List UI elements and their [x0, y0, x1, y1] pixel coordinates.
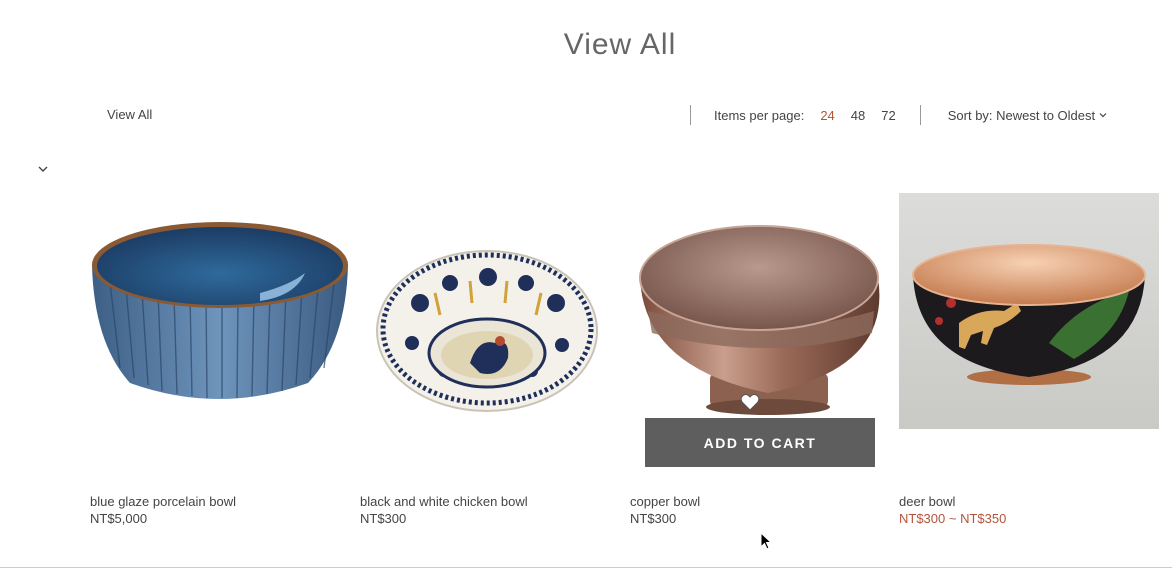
- breadcrumb[interactable]: View All: [107, 107, 152, 122]
- product-image[interactable]: [90, 193, 352, 429]
- heart-icon[interactable]: [740, 393, 760, 411]
- product-name[interactable]: copper bowl: [630, 494, 700, 509]
- product-card[interactable]: deer bowl NT$300 ~ NT$350: [899, 193, 1161, 526]
- sort-dropdown[interactable]: Sort by: Newest to Oldest: [948, 108, 1107, 123]
- product-image[interactable]: [899, 193, 1161, 429]
- add-to-cart-button[interactable]: ADD TO CART: [645, 418, 875, 467]
- divider: [0, 567, 1172, 568]
- divider: [919, 105, 921, 125]
- product-price: NT$300: [630, 511, 677, 526]
- divider: [690, 105, 691, 125]
- page-title: View All: [563, 28, 677, 61]
- product-price: NT$300 ~ NT$350: [899, 511, 1007, 526]
- items-per-page-label: Items per page:: [714, 107, 805, 123]
- listing-toolbar: Items per page: 24 48 72 Sort by: Newest…: [690, 104, 1107, 126]
- product-name[interactable]: blue glaze porcelain bowl: [90, 494, 236, 509]
- sort-label: Sort by: Newest to Oldest: [947, 107, 1096, 123]
- product-price: NT$5,000: [90, 511, 148, 526]
- product-image[interactable]: ADD TO CART: [630, 193, 892, 467]
- mouse-pointer-icon: [760, 532, 772, 550]
- chevron-down-icon: [1099, 113, 1107, 118]
- product-card[interactable]: black and white chicken bowl NT$300: [360, 193, 622, 526]
- product-card[interactable]: blue glaze porcelain bowl NT$5,000: [90, 193, 352, 526]
- items-per-page-24[interactable]: 24: [820, 108, 834, 123]
- items-per-page-48[interactable]: 48: [851, 108, 865, 123]
- chevron-down-icon[interactable]: [36, 162, 50, 176]
- product-price: NT$300: [360, 511, 407, 526]
- product-name[interactable]: black and white chicken bowl: [360, 494, 528, 509]
- product-card[interactable]: ADD TO CART copper bowl NT$300: [630, 193, 892, 526]
- product-name[interactable]: deer bowl: [899, 494, 955, 509]
- items-per-page-72[interactable]: 72: [881, 108, 895, 123]
- product-image[interactable]: [360, 193, 622, 429]
